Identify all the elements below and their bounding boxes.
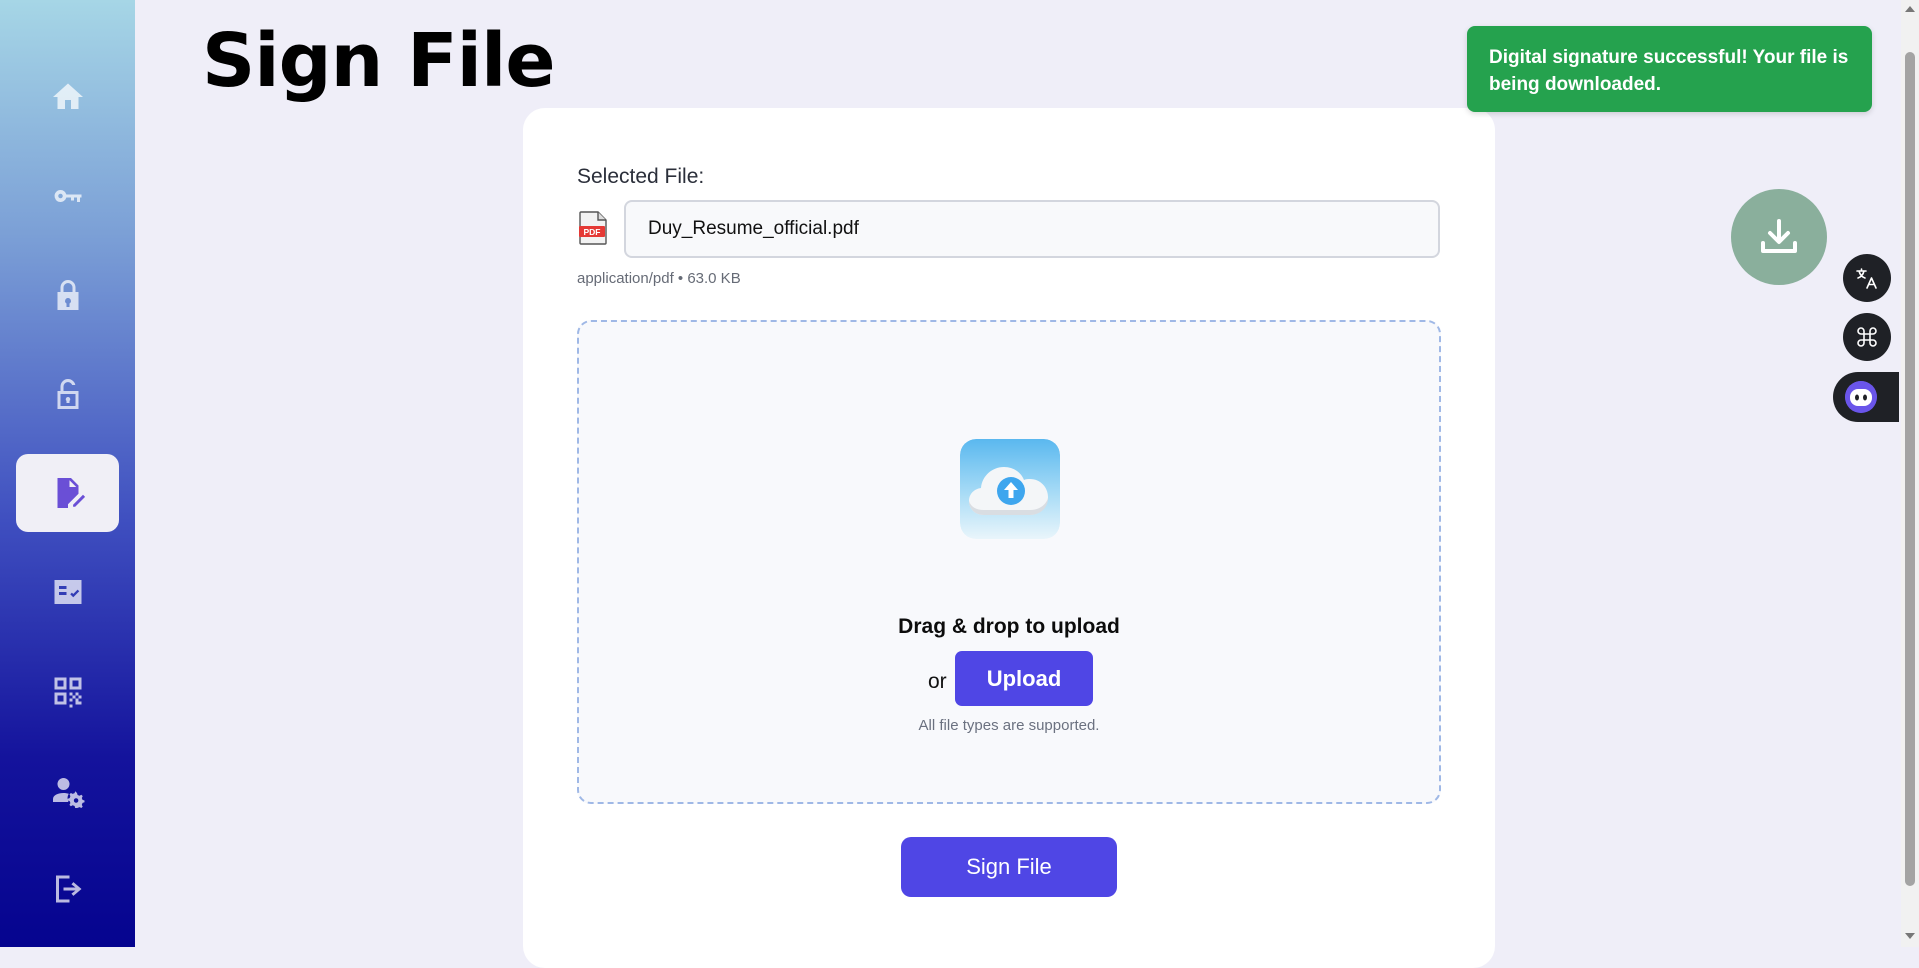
download-icon: [1761, 219, 1797, 253]
success-toast[interactable]: Digital signature successful! Your file …: [1467, 26, 1872, 112]
sign-file-card: Selected File: PDF application/pdf • 63.…: [523, 108, 1495, 968]
selected-file-label: Selected File:: [577, 165, 705, 188]
sign-file-button[interactable]: Sign File: [901, 837, 1117, 897]
scroll-up-arrow[interactable]: [1905, 6, 1915, 12]
scroll-thumb[interactable]: [1905, 52, 1915, 886]
supported-types-hint: All file types are supported.: [918, 717, 1100, 734]
upload-button[interactable]: Upload: [955, 651, 1093, 706]
user-settings-icon: [52, 778, 84, 808]
home-icon: [52, 83, 83, 109]
upload-dropzone[interactable]: Drag & drop to upload or Upload All file…: [577, 320, 1441, 804]
pdf-icon-label: PDF: [584, 227, 601, 237]
scroll-down-arrow[interactable]: [1905, 933, 1915, 939]
sidebar: [0, 0, 135, 947]
translate-button[interactable]: [1843, 254, 1891, 302]
selected-file-name-field[interactable]: [624, 200, 1440, 258]
nav-user-settings[interactable]: [16, 751, 119, 829]
nav-encrypt[interactable]: [16, 256, 119, 334]
download-button[interactable]: [1731, 189, 1827, 285]
key-icon: [54, 189, 81, 202]
nav-keys[interactable]: [16, 157, 119, 235]
dropzone-heading: Drag & drop to upload: [898, 615, 1120, 638]
nav-logout[interactable]: [16, 850, 119, 928]
nav-home[interactable]: [16, 58, 119, 136]
cloud-upload-icon: [960, 439, 1060, 539]
verify-checklist-icon: [54, 580, 81, 604]
command-button[interactable]: [1843, 313, 1891, 361]
assistant-bot-icon: [1845, 381, 1877, 413]
logout-icon: [55, 875, 81, 903]
file-signature-icon: [57, 478, 85, 508]
translate-icon: [1856, 268, 1877, 289]
assistant-launcher[interactable]: [1833, 372, 1899, 422]
page-scrollbar[interactable]: [1901, 0, 1919, 947]
qr-code-icon: [54, 677, 81, 708]
pdf-file-icon: PDF: [579, 211, 607, 245]
nav-qr-code[interactable]: [16, 652, 119, 730]
nav-decrypt[interactable]: [16, 355, 119, 433]
command-icon: [1857, 327, 1877, 347]
file-meta: application/pdf • 63.0 KB: [577, 270, 741, 287]
unlock-icon: [57, 379, 78, 409]
or-separator: or: [928, 670, 947, 693]
lock-icon: [57, 280, 78, 310]
nav-sign-file[interactable]: [16, 454, 119, 532]
nav-verify[interactable]: [16, 553, 119, 631]
page-title: Sign File: [202, 18, 556, 104]
